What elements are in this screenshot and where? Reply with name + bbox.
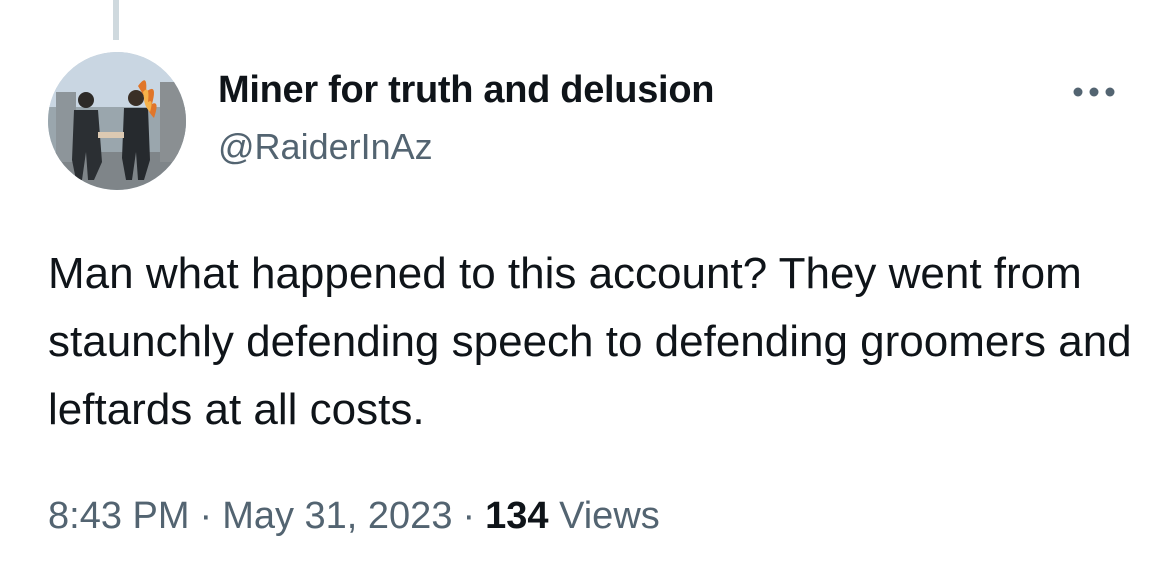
author-display-name[interactable]: Miner for truth and delusion — [218, 66, 714, 114]
author-handle[interactable]: @RaiderInAz — [218, 124, 433, 170]
separator-dot: · — [462, 495, 476, 537]
thread-connector-line — [113, 0, 119, 40]
views-label: Views — [559, 495, 660, 537]
avatar[interactable] — [48, 52, 186, 190]
separator-dot: · — [199, 495, 213, 537]
more-options-button[interactable] — [1068, 72, 1120, 112]
tweet-metadata: 8:43 PM · May 31, 2023 · 134 Views — [48, 488, 660, 544]
tweet-text: Man what happened to this account? They … — [48, 249, 1132, 434]
views-count[interactable]: 134 — [485, 495, 548, 537]
avatar-image — [48, 52, 186, 190]
tweet-time[interactable]: 8:43 PM — [48, 495, 190, 537]
tweet-date[interactable]: May 31, 2023 — [222, 495, 452, 537]
more-horizontal-icon — [1073, 87, 1115, 97]
